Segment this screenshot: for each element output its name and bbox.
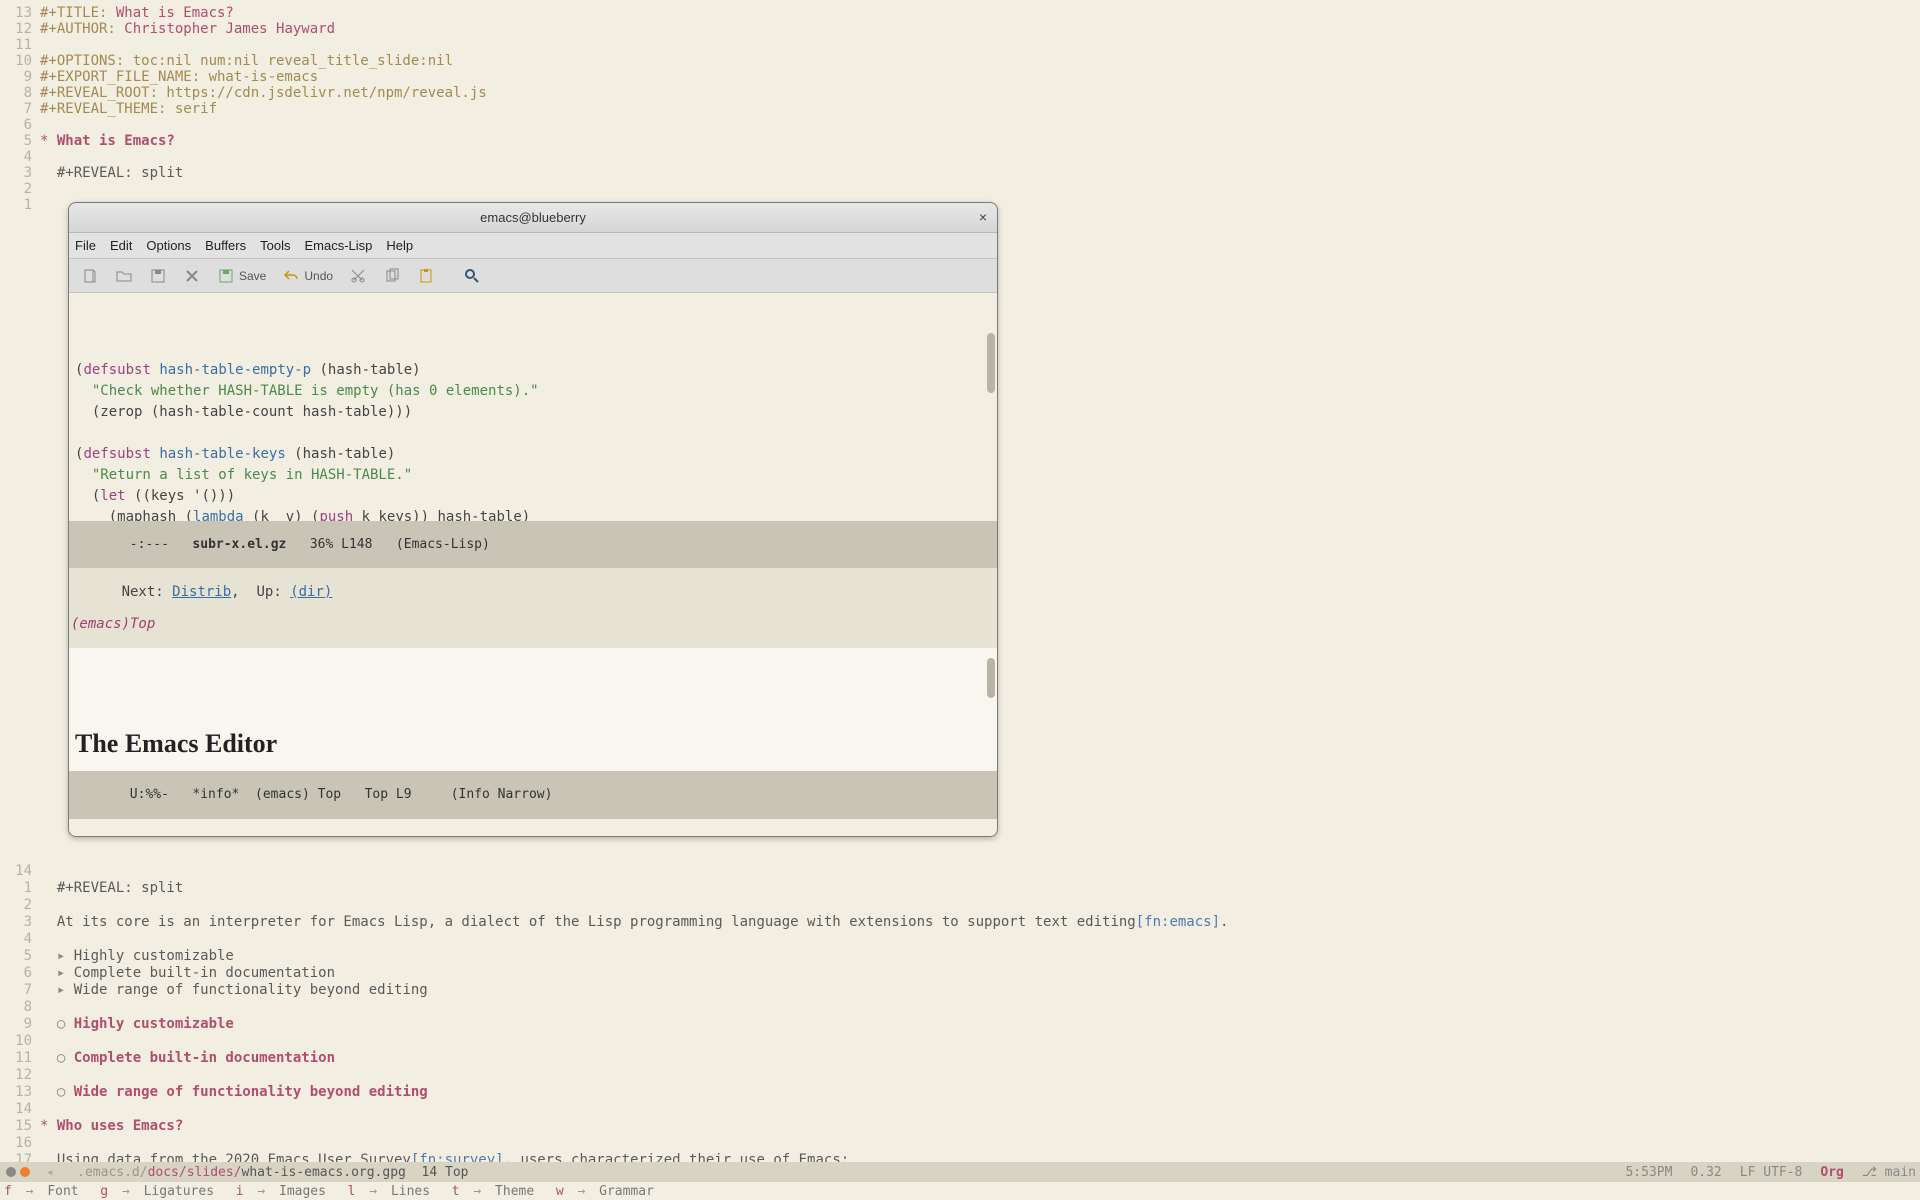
which-key-key[interactable]: i bbox=[236, 1184, 244, 1199]
menu-edit[interactable]: Edit bbox=[110, 238, 132, 253]
which-key-key[interactable]: l bbox=[348, 1184, 356, 1199]
paste-icon[interactable] bbox=[417, 267, 435, 285]
menu-options[interactable]: Options bbox=[146, 238, 191, 253]
titlebar[interactable]: emacs@blueberry × bbox=[69, 203, 997, 233]
which-key-key[interactable]: f bbox=[4, 1184, 12, 1199]
menu-file[interactable]: File bbox=[75, 238, 96, 253]
path-dim: .emacs.d/ bbox=[61, 1165, 147, 1180]
code-line[interactable]: (zerop (hash-table-count hash-table))) bbox=[75, 402, 991, 423]
close-buffer-icon[interactable] bbox=[183, 267, 201, 285]
buffer-position: 14 Top bbox=[406, 1165, 469, 1180]
cut-icon[interactable] bbox=[349, 267, 367, 285]
code-line[interactable]: 13 ○ Wide range of functionality beyond … bbox=[0, 1081, 1920, 1104]
status-dot-modified bbox=[20, 1167, 30, 1177]
code-pane[interactable]: (defsubst hash-table-empty-p (hash-table… bbox=[69, 293, 997, 521]
modeline-code-pane[interactable]: -:--- subr-x.el.gz 36% L148 (Emacs-Lisp) bbox=[69, 521, 997, 568]
code-line[interactable]: 1 #+REVEAL: split bbox=[0, 877, 1920, 900]
which-key-key[interactable]: w bbox=[556, 1184, 564, 1199]
which-key-label: Lines bbox=[391, 1184, 446, 1199]
code-line[interactable]: 9 ○ Highly customizable bbox=[0, 1013, 1920, 1036]
new-file-icon[interactable] bbox=[81, 267, 99, 285]
code-line[interactable] bbox=[75, 423, 991, 444]
info-link-dir[interactable]: (dir) bbox=[290, 584, 332, 600]
menubar[interactable]: File Edit Options Buffers Tools Emacs-Lisp Hel… bbox=[69, 233, 997, 259]
scrollbar[interactable] bbox=[987, 333, 995, 393]
code-line[interactable]: (maphash (lambda (k _v) (push k keys)) h… bbox=[75, 507, 991, 521]
which-key-label: Grammar bbox=[599, 1184, 669, 1199]
code-line[interactable]: 7 ▸ Wide range of functionality beyond e… bbox=[0, 979, 1920, 1002]
menu-buffers[interactable]: Buffers bbox=[205, 238, 246, 253]
which-key-key[interactable]: t bbox=[452, 1184, 460, 1199]
undo-button[interactable]: Undo bbox=[282, 267, 333, 285]
which-key-key[interactable]: g bbox=[100, 1184, 108, 1199]
info-title: The Emacs Editor bbox=[75, 725, 991, 763]
code-line[interactable]: 5* What is Emacs? bbox=[0, 130, 1920, 153]
modeline-info-pane[interactable]: U:%%- *info* (emacs) Top Top L9 (Info Na… bbox=[69, 771, 997, 818]
back-icon[interactable]: ◂ bbox=[38, 1165, 61, 1180]
copy-icon[interactable] bbox=[383, 267, 401, 285]
arrow-icon: → bbox=[570, 1184, 593, 1199]
search-icon[interactable] bbox=[463, 267, 481, 285]
arrow-icon: → bbox=[18, 1184, 41, 1199]
toolbar[interactable]: Save Undo bbox=[69, 259, 997, 293]
path-file: what-is-emacs.org.gpg bbox=[242, 1165, 406, 1180]
arrow-icon: → bbox=[361, 1184, 384, 1199]
encoding: LF UTF-8 bbox=[1740, 1165, 1803, 1180]
code-line[interactable]: "Check whether HASH-TABLE is empty (has … bbox=[75, 381, 991, 402]
undo-label: Undo bbox=[304, 269, 333, 283]
menu-help[interactable]: Help bbox=[386, 238, 413, 253]
status-dot bbox=[6, 1167, 16, 1177]
inner-emacs-window: emacs@blueberry × File Edit Options Buffers… bbox=[68, 202, 998, 837]
code-line[interactable]: 3 At its core is an interpreter for Emac… bbox=[0, 911, 1920, 934]
arrow-icon: → bbox=[114, 1184, 137, 1199]
which-key-label: Images bbox=[279, 1184, 342, 1199]
code-line[interactable]: (defsubst hash-table-keys (hash-table) bbox=[75, 444, 991, 465]
save-icon bbox=[217, 267, 235, 285]
load-avg: 0.32 bbox=[1690, 1165, 1721, 1180]
close-icon[interactable]: × bbox=[979, 209, 987, 225]
code-line[interactable]: 3 #+REVEAL: split bbox=[0, 162, 1920, 185]
save-disk-icon[interactable] bbox=[149, 267, 167, 285]
menu-tools[interactable]: Tools bbox=[260, 238, 290, 253]
outer-modeline[interactable]: ◂ .emacs.d/docs/slides/what-is-emacs.org… bbox=[0, 1162, 1920, 1182]
save-button[interactable]: Save bbox=[217, 267, 266, 285]
editor-root: 13#+TITLE: What is Emacs?12#+AUTHOR: Chr… bbox=[0, 0, 1920, 1200]
code-line[interactable]: 7#+REVEAL_THEME: serif bbox=[0, 98, 1920, 121]
info-node: (emacs)Top bbox=[71, 616, 155, 632]
scrollbar[interactable] bbox=[987, 658, 995, 698]
arrow-icon: → bbox=[250, 1184, 273, 1199]
code-line[interactable]: 12#+AUTHOR: Christopher James Hayward bbox=[0, 18, 1920, 41]
menu-emacs-lisp[interactable]: Emacs-Lisp bbox=[304, 238, 372, 253]
which-key-label: Font bbox=[47, 1184, 94, 1199]
which-key-label: Ligatures bbox=[144, 1184, 230, 1199]
code-line[interactable]: "Return a list of keys in HASH-TABLE." bbox=[75, 465, 991, 486]
open-file-icon[interactable] bbox=[115, 267, 133, 285]
which-key-label: Theme bbox=[495, 1184, 550, 1199]
code-line[interactable]: (let ((keys '())) bbox=[75, 486, 991, 507]
echo-area[interactable] bbox=[69, 818, 997, 836]
undo-icon bbox=[282, 267, 300, 285]
line-number: 1 bbox=[0, 194, 32, 217]
window-title: emacs@blueberry bbox=[480, 210, 586, 225]
clock: 5:53PM bbox=[1625, 1165, 1672, 1180]
save-label: Save bbox=[239, 269, 266, 283]
code-line[interactable]: (defsubst hash-table-empty-p (hash-table… bbox=[75, 360, 991, 381]
arrow-icon: → bbox=[466, 1184, 489, 1199]
code-line[interactable]: 15* Who uses Emacs? bbox=[0, 1115, 1920, 1138]
major-mode: Org bbox=[1820, 1165, 1843, 1180]
info-link-distrib[interactable]: Distrib bbox=[172, 584, 231, 600]
info-pane[interactable]: The Emacs Editor Emacs is the extensible… bbox=[69, 648, 997, 771]
code-line[interactable]: 11 ○ Complete built-in documentation bbox=[0, 1047, 1920, 1070]
git-branch: ⎇ main bbox=[1862, 1165, 1916, 1180]
info-nav: Next: Distrib, Up: (dir) (emacs)Top bbox=[69, 568, 997, 648]
path-mid: docs/slides/ bbox=[148, 1165, 242, 1180]
which-key-bar[interactable]: f → Font g → Ligatures i → Images l → Li… bbox=[0, 1182, 1920, 1200]
